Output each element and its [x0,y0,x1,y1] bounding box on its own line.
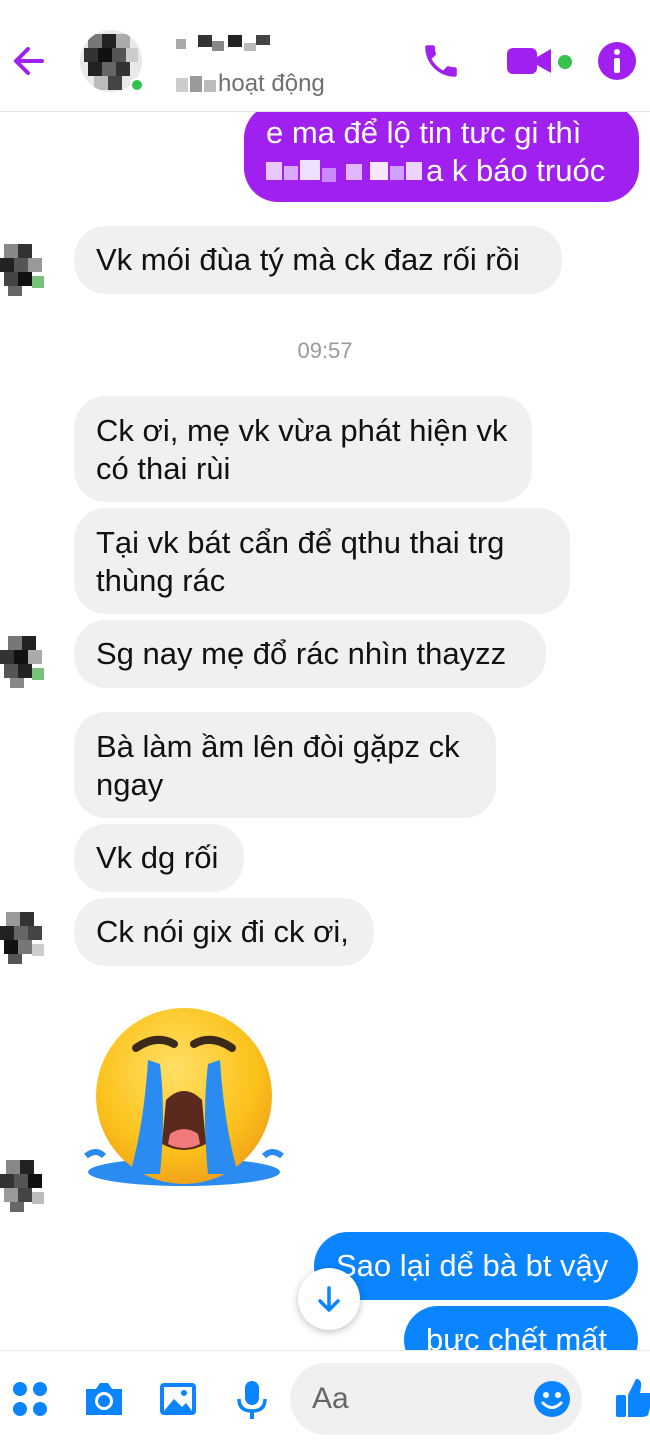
message-incoming[interactable]: Vk mói đùa tý mà ck đaz rối rồi [74,226,562,294]
contact-status: hoạt động [218,70,325,97]
message-incoming[interactable]: Ck ơi, mẹ vk vừa phát hiện vk có thai rù… [74,396,532,502]
message-incoming[interactable]: Bà làm ầm lên đòi gặpz ck ngay [74,712,496,818]
phone-icon[interactable] [420,40,462,82]
sender-avatar [0,1160,44,1212]
message-outgoing[interactable]: Sao lại dể bà bt vậy [314,1232,638,1300]
message-incoming[interactable]: Vk dg rối [74,824,244,892]
redacted-text [266,160,422,182]
video-online-dot [558,55,572,69]
chat-header: hoạt động [0,0,650,112]
online-indicator [130,78,144,92]
mic-icon[interactable] [234,1379,270,1421]
composer-bar [0,1350,650,1446]
gallery-icon[interactable] [158,1379,198,1419]
emoji-icon[interactable] [532,1379,572,1419]
contact-name-redacted [176,35,270,51]
message-incoming[interactable]: Ck nói gix đi ck ơi, [74,898,374,966]
message-outgoing[interactable]: e ma để lộ tin tưc gi thì a k báo truóc [244,104,639,202]
status-redacted [176,76,216,92]
apps-icon[interactable] [10,1379,50,1419]
camera-icon[interactable] [82,1379,126,1419]
message-incoming[interactable]: Sg nay mẹ đổ rác nhìn thayzz [74,620,546,688]
timestamp: 09:57 [297,338,353,363]
sender-avatar [0,912,44,964]
message-incoming[interactable]: Tại vk bát cẩn để qthu thai trg thùng rá… [74,508,570,614]
info-icon[interactable] [596,40,638,82]
thumbs-up-icon[interactable] [614,1375,650,1419]
sender-avatar [0,636,44,688]
scroll-to-bottom-button[interactable] [298,1268,360,1330]
video-call-icon[interactable] [505,40,553,82]
crying-face-emoji[interactable] [78,1004,290,1190]
back-arrow-icon[interactable] [8,40,50,82]
scroll-down-icon [318,1286,340,1312]
sender-avatar [0,244,44,296]
